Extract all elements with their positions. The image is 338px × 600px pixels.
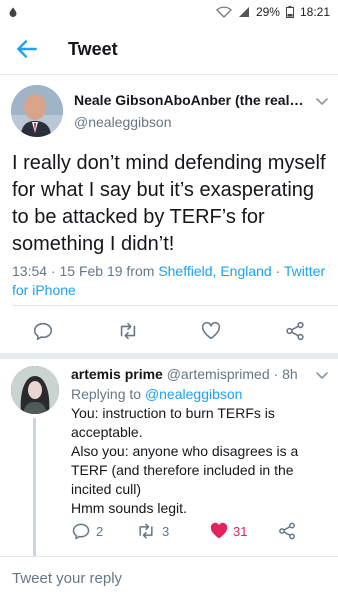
status-right: 29% 18:21 [216,5,330,19]
retweet-count: 3 [162,524,170,539]
back-arrow-icon[interactable] [14,36,40,62]
replying-prefix: Replying to [71,386,145,402]
reply-icon[interactable] [32,320,54,342]
reply-age: · 8h [269,366,298,382]
reply-chevron-down-icon[interactable] [315,368,329,382]
reply-line: Also you: anyone who disagrees is a TERF… [71,443,299,497]
reply-like-icon[interactable] [209,521,229,541]
chevron-down-icon[interactable] [315,94,329,108]
page-title: Tweet [68,39,118,59]
reply-compose-input[interactable]: Tweet your reply [12,570,122,587]
reply-avatar-photo [11,366,59,414]
battery-icon [285,6,294,18]
avatar-photo [11,85,63,137]
author-handle[interactable]: @nealeggibson [74,114,172,130]
reply-retweet-icon[interactable] [136,521,156,541]
reply-author-handle[interactable]: @artemisprimed [167,366,270,382]
meta-separator: · [271,263,284,279]
reply-header: artemis prime @artemisprimed · 8h [71,366,311,382]
tweet-location-link[interactable]: Sheffield, England [158,263,271,279]
tweet-text: I really don’t mind defending myself for… [12,152,326,255]
tweet-actions [0,316,338,346]
reply-text: You: instruction to burn TERFs is accept… [71,404,329,518]
reply-author-name[interactable]: artemis prime [71,366,163,382]
reply-line: You: instruction to burn TERFs is accept… [71,405,275,440]
like-icon[interactable] [200,320,222,342]
signal-icon [238,7,249,17]
clock: 18:21 [299,5,330,19]
reply-line: Hmm sounds legit. [71,500,187,516]
status-bar: 29% 18:21 [0,0,338,24]
replying-to-handle[interactable]: @nealeggibson [145,386,243,402]
reply-count: 2 [96,524,104,539]
app-bar: Tweet [0,24,338,74]
share-icon[interactable] [284,320,306,342]
battery-percent: 29% [255,5,280,19]
tweet-meta: 13:54 · 15 Feb 19 from Sheffield, Englan… [12,262,330,300]
status-left [8,7,18,17]
avatar[interactable] [11,85,63,137]
reply-reply-icon[interactable] [71,521,91,541]
compose-divider [0,556,338,557]
retweet-icon[interactable] [117,320,139,342]
notification-drop-icon [9,7,17,17]
author-name[interactable]: Neale GibsonAboAnber (the real on... [74,92,306,108]
tweet-timestamp: 13:54 · 15 Feb 19 from [12,263,159,279]
replying-to: Replying to @nealeggibson [71,386,242,402]
reply-avatar[interactable] [11,366,59,414]
appbar-divider [0,74,338,75]
reply-share-icon[interactable] [277,521,297,541]
section-divider [0,353,338,359]
wifi-icon [216,6,232,18]
meta-divider [12,305,338,306]
like-count: 31 [233,524,248,539]
reply-actions: 2 3 31 [0,520,338,542]
